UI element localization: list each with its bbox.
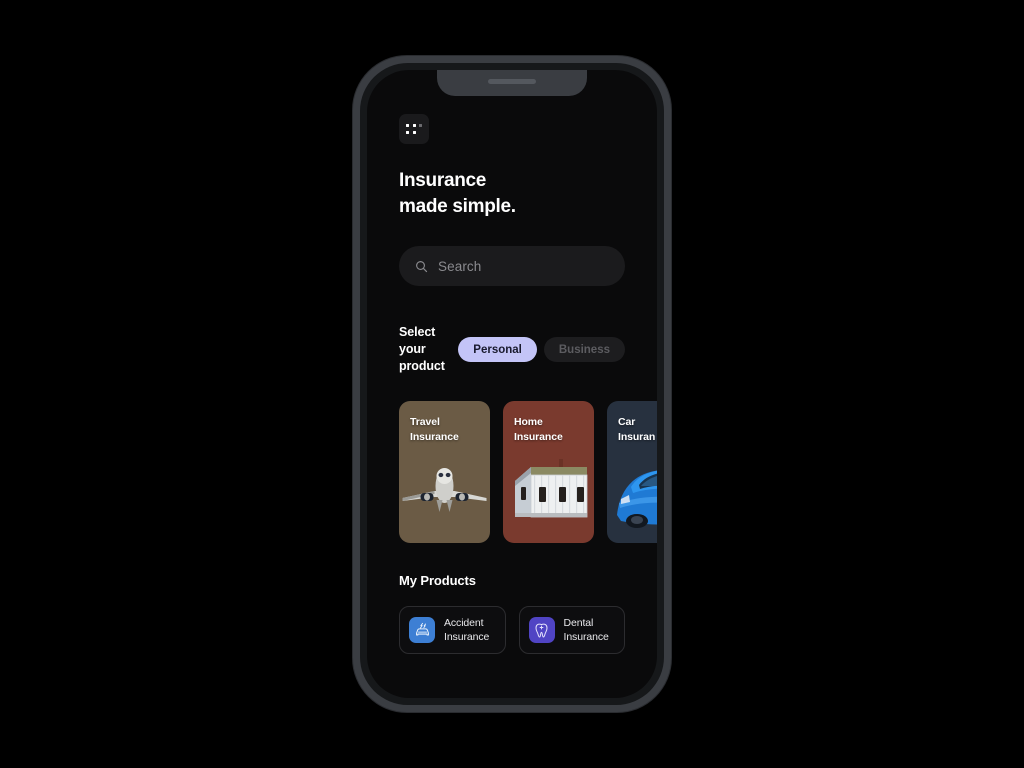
segmented-control: Personal Business [458,337,625,362]
home-title-line-2: Insurance [514,431,563,443]
my-products-section: My Products Accident Insurance Dental In… [367,573,657,654]
dot-grid-menu-icon [406,124,422,134]
phone-device-frame: Insurance made simple. Search Select you… [353,56,671,712]
product-card-home-label: Home Insurance [514,415,563,445]
my-product-dental-insurance[interactable]: Dental Insurance [518,606,625,654]
my-products-heading: My Products [399,573,476,588]
segment-personal[interactable]: Personal [458,337,537,362]
product-type-selector: Select your product Personal Business [399,324,625,375]
car-title-line-2: Insuran [618,431,656,443]
dental-label-line-2: Insurance [563,631,609,643]
search-input[interactable]: Search [399,246,625,286]
travel-title-line-1: Travel [410,416,440,428]
menu-grid-button[interactable] [399,114,429,144]
product-card-car[interactable]: Car Insuran [607,401,657,543]
car-title-line-1: Car [618,416,636,428]
screenshot-canvas: Insurance made simple. Search Select you… [0,0,1024,768]
phone-screen: Insurance made simple. Search Select you… [367,70,657,698]
selector-label-line-1: Select your [399,325,436,356]
segment-business[interactable]: Business [543,337,625,362]
my-product-accident-label: Accident Insurance [444,616,489,644]
product-carousel[interactable]: Travel Insurance Home Insurance Car Insu… [367,401,657,543]
selector-label-line-2: product [399,359,445,373]
accident-label-line-1: Accident [444,617,484,629]
search-placeholder-text: Search [438,258,482,274]
page-title: Insurance made simple. [399,168,625,220]
my-product-accident-insurance[interactable]: Accident Insurance [399,606,506,654]
dental-label-line-1: Dental [563,617,594,629]
car-crash-icon [409,617,435,643]
search-icon [416,260,428,272]
phone-notch [437,70,587,96]
travel-title-line-2: Insurance [410,431,459,443]
selector-label: Select your product [399,324,458,375]
headline-line-1: Insurance [399,170,487,191]
app-screen-content: Insurance made simple. Search Select you… [367,70,657,698]
product-card-car-label: Car Insuran [618,415,655,445]
my-product-dental-label: Dental Insurance [564,616,609,644]
notch-speaker-grille [488,79,536,84]
header-bar: Insurance made simple. Search Select you… [367,114,657,375]
headline-line-2: made simple. [399,196,516,217]
accident-label-line-2: Insurance [444,631,490,643]
product-card-travel[interactable]: Travel Insurance [399,401,490,543]
product-card-home[interactable]: Home Insurance [503,401,594,543]
my-products-list: Accident Insurance Dental Insurance [399,606,625,654]
product-card-travel-label: Travel Insurance [410,415,459,445]
tooth-icon [528,617,555,643]
home-title-line-1: Home [514,416,543,428]
